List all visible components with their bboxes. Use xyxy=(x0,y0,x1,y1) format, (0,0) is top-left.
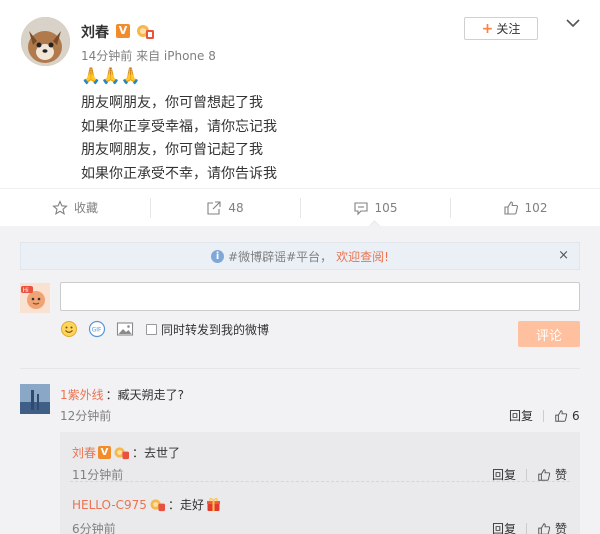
separator xyxy=(526,468,528,481)
comment-count: 105 xyxy=(374,200,398,215)
gif-label: GIF xyxy=(92,327,102,334)
comment-line: 1紫外线 ：臧天朔走了? xyxy=(60,386,184,403)
thumbs-up-icon[interactable] xyxy=(554,409,568,423)
post-line: 如果你正享受幸福，请你忘记我 xyxy=(81,118,277,135)
notice-link[interactable]: 欢迎查阅! xyxy=(336,248,389,265)
rumor-notice-banner[interactable]: i #微博辟谣#平台， 欢迎查阅! × xyxy=(20,242,580,270)
reply-author[interactable]: HELLO-C975 xyxy=(72,498,147,512)
thumbs-up-icon xyxy=(503,200,518,215)
share-icon xyxy=(207,200,221,215)
chevron-down-icon[interactable] xyxy=(566,18,580,28)
star-icon xyxy=(52,199,68,215)
reply-author[interactable]: 刘春 xyxy=(72,444,96,461)
post-line: 如果你正承受不幸，请你告诉我 xyxy=(81,165,277,182)
repost-label: 同时转发到我的微博 xyxy=(161,322,270,337)
comment-input[interactable] xyxy=(60,282,580,311)
svg-text:Hi: Hi xyxy=(23,287,30,294)
image-icon[interactable] xyxy=(116,320,134,338)
weibo-post-card: 刘春 V 14分钟前 来自 iPhone 8 + 关注 🙏🙏🙏 朋友啊朋友，你可… xyxy=(0,0,600,534)
verified-icon: V xyxy=(116,24,130,38)
thumbs-up-icon[interactable] xyxy=(537,522,551,534)
composer-toolbar: GIF 同时转发到我的微博 xyxy=(60,320,269,338)
repost-checkbox[interactable]: 同时转发到我的微博 xyxy=(146,321,269,338)
comment-section: i #微博辟谣#平台， 欢迎查阅! × Hi GIF 同时转发到我的微博 评论 … xyxy=(0,226,600,534)
close-icon[interactable]: × xyxy=(558,248,569,263)
submit-comment-button[interactable]: 评论 xyxy=(518,321,580,347)
follow-button[interactable]: + 关注 xyxy=(464,17,538,40)
verified-icon: V xyxy=(98,446,112,459)
post-line: 朋友啊朋友，你可曾想起了我 xyxy=(81,95,263,111)
reply-text: ：去世了 xyxy=(132,446,181,460)
current-user-avatar: Hi xyxy=(20,283,50,313)
thumbs-up-icon[interactable] xyxy=(537,468,551,482)
reply-thread: 刘春 V ：去世了 11分钟前 回复 赞 HELLO-C975 ：走好 6分钟前 xyxy=(60,432,580,534)
author-avatar[interactable] xyxy=(21,17,70,66)
comment-like-count: 6 xyxy=(572,408,580,423)
repost-count: 48 xyxy=(228,200,244,215)
member-medal-icon xyxy=(114,447,130,460)
plus-icon: + xyxy=(481,20,494,37)
reply-line: 刘春 V ：去世了 xyxy=(72,444,180,461)
divider xyxy=(20,368,580,369)
post-meta: 14分钟前 来自 iPhone 8 xyxy=(81,49,216,63)
gif-icon[interactable]: GIF xyxy=(88,320,106,338)
gift-emoji-icon xyxy=(206,498,220,511)
follow-label: 关注 xyxy=(496,22,521,36)
comment-author[interactable]: 1紫外线 xyxy=(60,386,104,403)
repost-button[interactable]: 48 xyxy=(150,189,300,226)
reply-time: 6分钟前 xyxy=(72,522,116,534)
divider xyxy=(70,481,570,482)
reply-button[interactable]: 回复 xyxy=(492,520,516,534)
separator xyxy=(526,522,528,534)
checkbox[interactable] xyxy=(146,323,157,335)
post-line: 朋友啊朋友，你可曾记起了我 xyxy=(81,142,263,158)
comment-actions: 回复 6 xyxy=(509,407,580,424)
reply-actions: 回复 赞 xyxy=(492,520,567,534)
comment-text: ：臧天朔走了? xyxy=(105,388,185,402)
like-button[interactable]: 102 xyxy=(450,189,600,226)
member-medal-icon xyxy=(150,499,165,512)
favorite-label: 收藏 xyxy=(73,201,98,215)
post-body: 朋友啊朋友，你可曾想起了我 如果你正享受幸福，请你忘记我 朋友啊朋友，你可曾记起… xyxy=(81,92,277,186)
comment-time: 12分钟前 xyxy=(60,409,112,423)
separator xyxy=(543,409,545,422)
notice-text: #微博辟谣#平台， xyxy=(228,249,333,264)
author-name[interactable]: 刘春 xyxy=(81,22,109,42)
member-medal-icon[interactable] xyxy=(136,22,154,40)
action-bar: 收藏 48 105 102 xyxy=(0,188,600,226)
favorite-button[interactable]: 收藏 xyxy=(0,189,150,226)
comment-icon xyxy=(353,201,368,215)
reply-button[interactable]: 回复 xyxy=(509,407,533,424)
pray-emoji-line: 🙏🙏🙏 xyxy=(81,66,141,85)
emoji-icon[interactable] xyxy=(60,320,78,338)
commenter-avatar[interactable] xyxy=(20,384,50,414)
reply-line: HELLO-C975 ：走好 xyxy=(72,496,221,513)
like-count: 102 xyxy=(524,200,548,215)
comment-button[interactable]: 105 xyxy=(300,189,450,226)
reply-text: ：走好 xyxy=(167,498,204,512)
like-label: 赞 xyxy=(555,522,568,534)
info-icon: i xyxy=(211,249,225,263)
